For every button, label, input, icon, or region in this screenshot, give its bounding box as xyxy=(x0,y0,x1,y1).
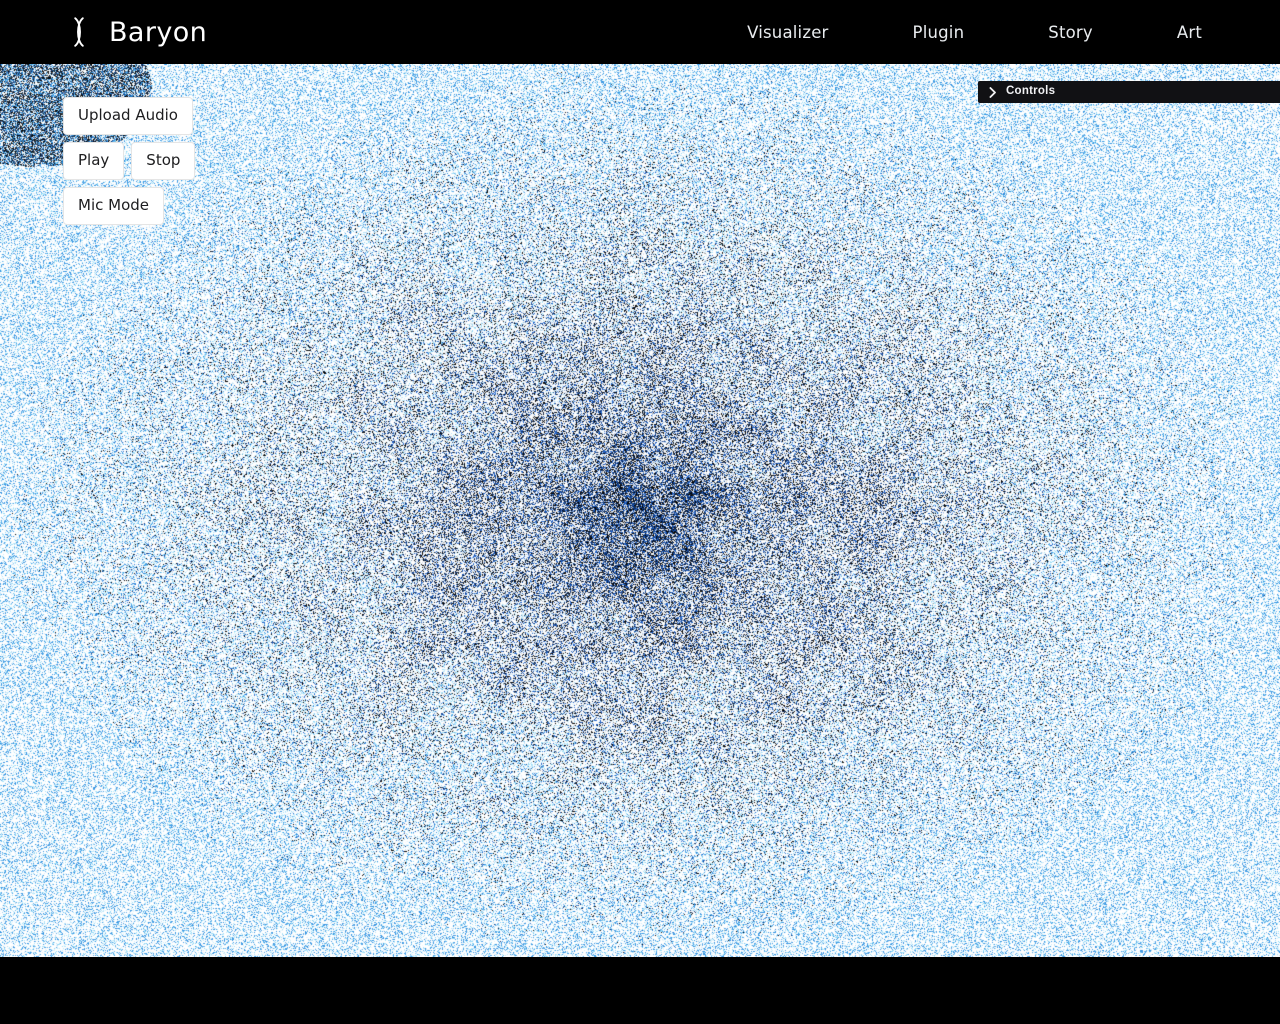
nav-item-art[interactable]: Art xyxy=(1167,17,1212,48)
visualizer-stage: Upload Audio Play Stop Mic Mode Controls xyxy=(0,64,1280,957)
mic-mode-button[interactable]: Mic Mode xyxy=(63,187,164,225)
nav-item-visualizer[interactable]: Visualizer xyxy=(737,17,838,48)
controls-panel-toggle[interactable]: Controls xyxy=(978,81,1280,103)
upload-audio-button[interactable]: Upload Audio xyxy=(63,97,193,135)
brand-name: Baryon xyxy=(109,16,208,48)
play-button[interactable]: Play xyxy=(63,142,125,180)
chevron-right-icon xyxy=(989,86,997,98)
footer-black-band xyxy=(0,957,1280,1024)
nav-item-plugin[interactable]: Plugin xyxy=(903,17,975,48)
stop-button[interactable]: Stop xyxy=(131,142,196,180)
app-root: Baryon Visualizer Plugin Story Art Uploa… xyxy=(0,0,1280,1024)
controls-panel: Controls xyxy=(978,81,1280,103)
main-navigation: Visualizer Plugin Story Art xyxy=(737,0,1280,64)
baryon-arcs-logo-icon xyxy=(62,15,96,49)
site-header: Baryon Visualizer Plugin Story Art xyxy=(0,0,1280,64)
playback-button-row: Play Stop xyxy=(63,142,196,180)
nav-item-story[interactable]: Story xyxy=(1038,17,1103,48)
brand-logo[interactable]: Baryon xyxy=(62,0,207,64)
audio-controls-group: Upload Audio Play Stop Mic Mode xyxy=(63,97,196,225)
controls-panel-title: Controls xyxy=(1006,85,1056,98)
